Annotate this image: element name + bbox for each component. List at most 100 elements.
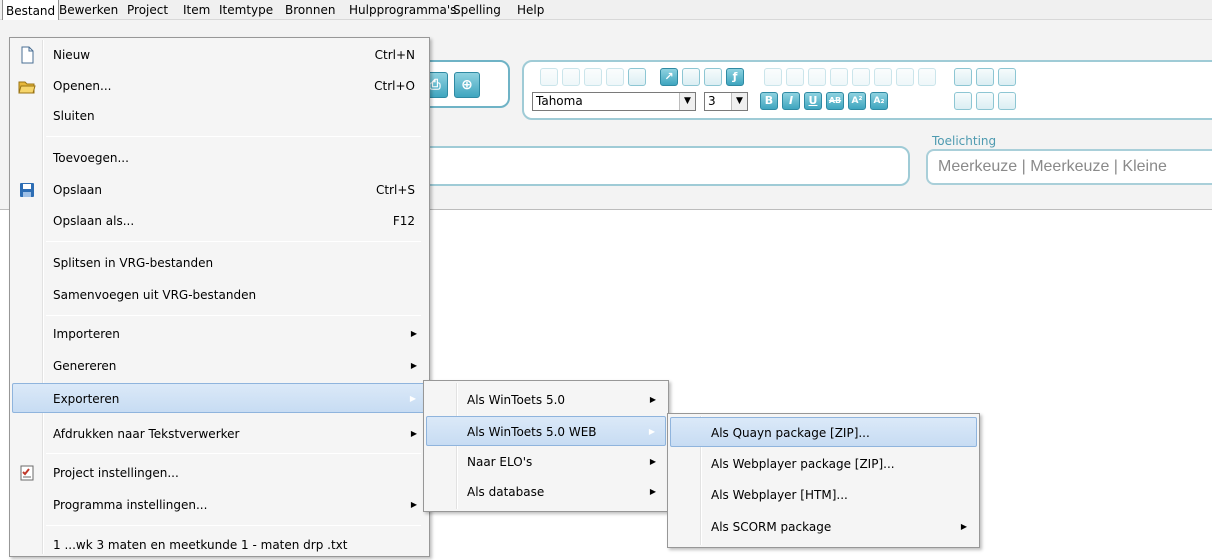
menu-item-label: Als Quayn package [ZIP]... [711, 426, 870, 440]
menu-project[interactable]: Project [127, 0, 168, 20]
merge-cells-icon[interactable] [852, 68, 870, 86]
align-right-icon[interactable] [998, 92, 1016, 110]
web-globe-icon[interactable]: ⊕ [454, 72, 480, 98]
font-select[interactable]: Tahoma ▼ [532, 92, 696, 111]
menu-help[interactable]: Help [517, 0, 544, 20]
submenu-arrow-icon: ▶ [410, 329, 417, 338]
split-cells-icon[interactable] [874, 68, 892, 86]
superscript-button[interactable]: A² [848, 92, 866, 110]
cell-props-icon[interactable] [918, 68, 936, 86]
undo-icon[interactable] [540, 68, 558, 86]
menu-item-als-wintoets-50[interactable]: Als WinToets 5.0 ▶ [426, 385, 666, 415]
subscript-button[interactable]: A₂ [870, 92, 888, 110]
submenu-arrow-icon: ▶ [410, 429, 417, 438]
submenu-arrow-icon: ▶ [410, 500, 417, 509]
column-delete-icon[interactable] [830, 68, 848, 86]
underline-button[interactable]: U [804, 92, 822, 110]
chevron-down-icon[interactable]: ▼ [679, 93, 695, 110]
menu-item-label: Splitsen in VRG-bestanden [53, 256, 214, 270]
menu-item-samenvoegen[interactable]: Samenvoegen uit VRG-bestanden [12, 280, 427, 310]
menu-item-opslaan-als[interactable]: Opslaan als... F12 [12, 206, 427, 236]
menu-item-scorm-package[interactable]: Als SCORM package ▶ [670, 512, 977, 542]
strikethrough-button[interactable]: AB [826, 92, 844, 110]
menu-item-label: 1 ...wk 3 maten en meetkunde 1 - maten d… [53, 538, 348, 552]
menu-item-afdrukken[interactable]: Afdrukken naar Tekstverwerker ▶ [12, 419, 427, 449]
paste-icon[interactable] [628, 68, 646, 86]
submenu-arrow-icon: ▶ [649, 457, 656, 466]
menu-item-programma-instellingen[interactable]: Programma instellingen... ▶ [12, 490, 427, 520]
submenu-arrow-icon: ▶ [960, 522, 967, 531]
menu-item-als-database[interactable]: Als database ▶ [426, 477, 666, 507]
toelichting-field[interactable]: Meerkeuze | Meerkeuze | Kleine [926, 149, 1212, 185]
row-delete-icon[interactable] [808, 68, 826, 86]
cell-width-icon[interactable] [896, 68, 914, 86]
formula-icon[interactable]: ƒ [726, 68, 744, 86]
bold-button[interactable]: B [760, 92, 778, 110]
font-select-value: Tahoma [536, 94, 583, 108]
redo-icon[interactable] [562, 68, 580, 86]
menu-item-sluiten[interactable]: Sluiten [12, 101, 427, 131]
submenu-arrow-icon: ▶ [649, 395, 656, 404]
menu-item-label: Nieuw [53, 48, 91, 62]
checklist-icon [20, 465, 34, 481]
menu-item-naar-elos[interactable]: Naar ELO's ▶ [426, 447, 666, 477]
menu-separator [46, 453, 421, 454]
menu-item-label: Exporteren [53, 392, 120, 406]
table-icon[interactable] [704, 68, 722, 86]
shortcut-label: Ctrl+S [375, 183, 415, 197]
menu-itemtype[interactable]: Itemtype [219, 0, 273, 20]
menu-item-nieuw[interactable]: Nieuw Ctrl+N [12, 40, 427, 70]
menu-item-label: Toevoegen... [53, 151, 129, 165]
exporteren-submenu: Als WinToets 5.0 ▶ Als WinToets 5.0 WEB … [423, 380, 669, 512]
menu-item-opslaan[interactable]: Opslaan Ctrl+S [12, 175, 427, 205]
menu-item-project-instellingen[interactable]: Project instellingen... [12, 458, 427, 488]
menu-item-recent-file[interactable]: 1 ...wk 3 maten en meetkunde 1 - maten d… [12, 530, 427, 560]
menu-item-openen[interactable]: Openen... Ctrl+O [12, 71, 427, 101]
menu-spelling[interactable]: Spelling [453, 0, 501, 20]
shortcut-label: Ctrl+O [374, 79, 415, 93]
menu-item-label: Programma instellingen... [53, 498, 208, 512]
copy-icon[interactable] [606, 68, 624, 86]
image-icon[interactable]: ↗ [660, 68, 678, 86]
menu-separator [46, 136, 421, 137]
menu-item-label: Sluiten [53, 109, 95, 123]
size-select[interactable]: 3 ▼ [704, 92, 748, 111]
new-file-icon [21, 46, 34, 64]
menu-item-quayn-package[interactable]: Als Quayn package [ZIP]... [670, 417, 977, 447]
menu-item-label: Project instellingen... [53, 466, 179, 480]
menu-item-exporteren[interactable]: Exporteren ▶ [12, 383, 427, 413]
menu-item-label: Opslaan [53, 183, 102, 197]
row-insert-icon[interactable] [764, 68, 782, 86]
indent-icon[interactable] [998, 68, 1016, 86]
toelichting-label: Toelichting [932, 134, 997, 148]
numbered-list-icon[interactable] [954, 68, 972, 86]
menu-item-label: Als Webplayer [HTM]... [711, 488, 848, 502]
item-title-field[interactable] [410, 146, 910, 186]
align-center-icon[interactable] [976, 92, 994, 110]
menu-bronnen[interactable]: Bronnen [285, 0, 335, 20]
align-left-icon[interactable] [954, 92, 972, 110]
italic-button[interactable]: I [782, 92, 800, 110]
link-icon[interactable] [682, 68, 700, 86]
menu-item-label: Naar ELO's [467, 455, 533, 469]
menu-item-label: Openen... [53, 79, 112, 93]
menu-item-webplayer-htm[interactable]: Als Webplayer [HTM]... [670, 480, 977, 510]
menu-hulpprogrammas[interactable]: Hulpprogramma's [349, 0, 456, 20]
menu-item-genereren[interactable]: Genereren ▶ [12, 351, 427, 381]
menu-item[interactable]: Item [183, 0, 210, 20]
menu-bestand[interactable]: Bestand [2, 0, 60, 21]
menu-item-importeren[interactable]: Importeren ▶ [12, 319, 427, 349]
column-insert-icon[interactable] [786, 68, 804, 86]
bullet-list-icon[interactable] [976, 68, 994, 86]
shortcut-label: F12 [392, 214, 415, 228]
menu-item-splitsen[interactable]: Splitsen in VRG-bestanden [12, 248, 427, 278]
menu-item-als-wintoets-50-web[interactable]: Als WinToets 5.0 WEB ▶ [426, 416, 666, 446]
open-folder-icon [18, 81, 36, 94]
chevron-down-icon[interactable]: ▼ [731, 93, 747, 110]
menu-item-toevoegen[interactable]: Toevoegen... [12, 143, 427, 173]
submenu-arrow-icon: ▶ [649, 487, 656, 496]
cut-icon[interactable] [584, 68, 602, 86]
menu-bewerken[interactable]: Bewerken [59, 0, 118, 20]
menu-item-webplayer-package[interactable]: Als Webplayer package [ZIP]... [670, 449, 977, 479]
menu-separator [46, 315, 421, 316]
